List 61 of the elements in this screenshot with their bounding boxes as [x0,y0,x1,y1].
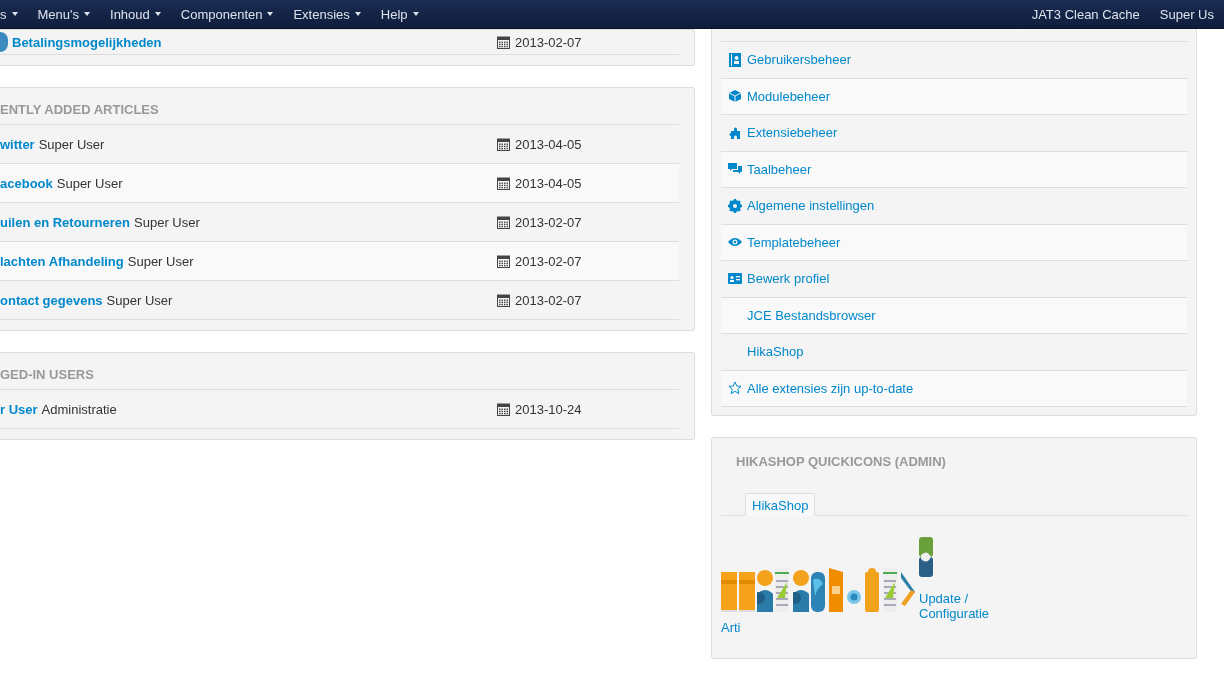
quickicon-label[interactable]: Update / Configuratie [919,591,990,621]
date-text: 2013-04-05 [515,175,582,191]
calendar-icon [497,137,510,151]
menu-item[interactable]: Inhoud [100,6,171,22]
menu-item[interactable]: Help [370,6,429,22]
article-link[interactable]: uilen en Retourneren [0,214,131,230]
refresh-icon [919,537,933,577]
date-text: 2013-10-24 [515,401,582,417]
author-text: Super User [106,292,173,308]
date-text: 2013-02-07 [515,214,582,230]
caret-icon [354,12,361,16]
article-link[interactable]: Betalingsmogelijkheden [12,34,162,50]
quick-link[interactable]: JCE Bestandsbrowser [721,297,1187,334]
calendar-icon [497,176,510,190]
calendar-icon [497,35,510,49]
date-text: 2013-02-07 [515,253,582,269]
article-link[interactable]: witter [0,136,35,152]
menu-item[interactable]: JAT3 Clean Cache [1021,6,1150,22]
menu-item[interactable]: Menu's [27,6,100,22]
quick-link[interactable]: Modulebeheer [721,78,1187,115]
calendar-icon [497,215,510,229]
date-text: 2013-02-07 [515,34,582,50]
author-text: Super User [56,175,123,191]
date-text: 2013-02-07 [515,292,582,308]
gear-icon [728,198,742,213]
eye-icon [728,237,742,248]
tab[interactable]: HikaShop [745,493,816,516]
menu-item[interactable]: Extensies [283,6,371,22]
caret-icon [154,12,161,16]
calendar-icon [497,402,510,416]
document-icon [883,568,897,612]
menu-item[interactable]: s [0,6,28,22]
users-icon [757,568,773,612]
caret-icon [84,12,90,16]
caret-icon [11,12,18,16]
quick-link[interactable]: Alle extensies zijn up-to-date [721,370,1187,407]
author-text: Super User [127,253,194,269]
quickicon-label[interactable]: Arti [721,620,739,635]
calendar-icon [497,293,510,307]
menu-item[interactable]: Componenten [170,6,284,22]
id-card-icon [728,273,742,285]
caret-icon [412,12,419,16]
article-link[interactable]: ontact gegevens [0,292,103,308]
menu-item[interactable]: Super Us [1149,6,1224,22]
author-text: Super User [38,136,105,152]
article-link[interactable]: r User [0,401,38,417]
author-text: Administratie [41,401,117,417]
date-text: 2013-04-05 [515,136,582,152]
document-icon [775,568,789,612]
quick-link[interactable]: Taalbeheer [721,151,1187,188]
author-text: Super User [134,214,200,230]
star-icon [728,381,742,396]
caret-icon [267,12,274,16]
address-book-icon [728,52,742,67]
article-link[interactable]: lachten Afhandeling [0,253,124,269]
users-icon [793,568,809,612]
calendar-icon [497,254,510,268]
cube-icon [728,89,742,104]
quick-link[interactable]: Templatebeheer [721,224,1187,261]
article-link[interactable]: acebook [0,175,53,191]
panel-title: HIKASHOP QUICKICONS (ADMIN) [735,453,947,471]
